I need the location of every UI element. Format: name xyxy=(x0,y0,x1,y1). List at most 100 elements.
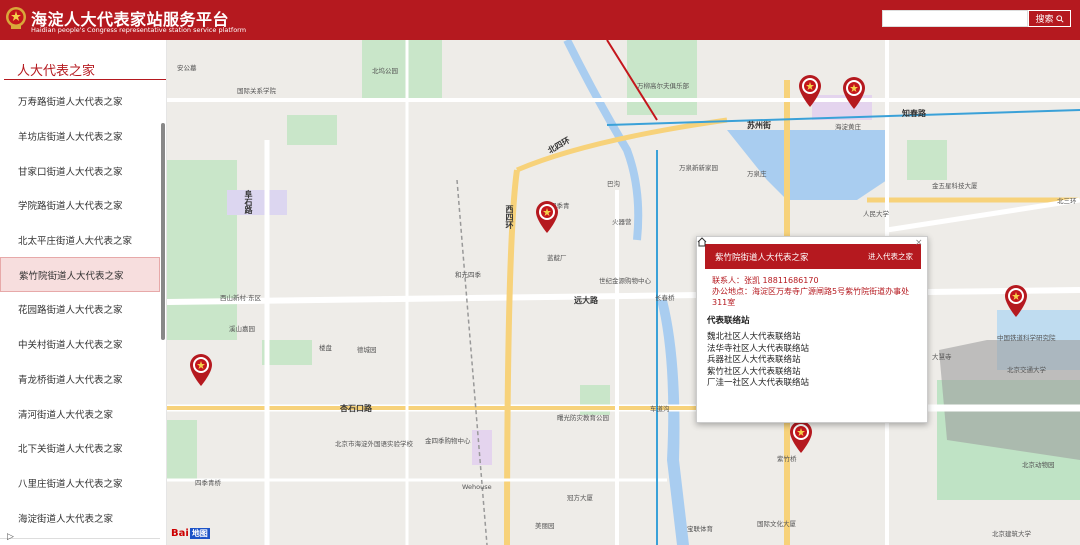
road-label-zhichunlu: 知春路 xyxy=(902,109,926,118)
place-label: 万柳高尔夫俱乐部 xyxy=(637,82,689,90)
road-label-xisihuan: 西四环 xyxy=(505,205,514,229)
sidebar-item-haidian[interactable]: 海淀街道人大代表之家 xyxy=(0,500,160,535)
baidu-map-badge: 地图 xyxy=(189,528,210,539)
search-button-label: 搜索 xyxy=(1035,15,1054,25)
sidebar-item-qinglongqiao[interactable]: 青龙桥街道人大代表之家 xyxy=(0,362,160,397)
map-road xyxy=(886,197,1080,233)
place-label: 北京建筑大学 xyxy=(992,530,1031,538)
sidebar-item-huayuanlu[interactable]: 花园路街道人大代表之家 xyxy=(0,292,160,327)
place-label: 人民大学 xyxy=(863,210,889,218)
place-label: 火器营 xyxy=(612,218,632,226)
place-label: 国际文化大厦 xyxy=(757,520,796,528)
map-green-area xyxy=(167,160,237,340)
place-label: 世纪金源购物中心 xyxy=(599,277,651,285)
place-label: 万泉庄 xyxy=(747,170,767,178)
place-label: 北京交通大学 xyxy=(1007,366,1046,374)
place-label: 西山新村·东区 xyxy=(220,294,262,302)
search-input[interactable] xyxy=(882,10,1028,27)
collapse-arrow-icon[interactable]: ▷ xyxy=(7,532,14,542)
place-label: 曙光防灾教育公园 xyxy=(557,414,609,422)
national-emblem-icon xyxy=(6,7,26,29)
place-label: 金四季购物中心 xyxy=(425,437,471,445)
sidebar-item-balizhuang[interactable]: 八里庄街道人大代表之家 xyxy=(0,466,160,501)
sidebar-item-beitaipingzhuang[interactable]: 北太平庄街道人大代表之家 xyxy=(0,223,160,258)
place-label: 冠方大厦 xyxy=(567,494,593,502)
map-green-area xyxy=(907,140,947,180)
location-marker-icon[interactable] xyxy=(841,76,867,110)
place-label: Wehouse xyxy=(462,483,492,491)
contact-label: 联系人： xyxy=(712,276,744,285)
place-label: 美丽园 xyxy=(535,522,555,530)
place-label: 安公墓 xyxy=(177,64,197,72)
home-icon xyxy=(697,237,707,247)
sidebar-item-wanshoulu[interactable]: 万寿路街道人大代表之家 xyxy=(0,84,160,119)
section-title: 代表联络站 xyxy=(707,316,750,326)
sidebar-item-yangfangdian[interactable]: 羊坊店街道人大代表之家 xyxy=(0,119,160,154)
map-green-area xyxy=(287,115,337,145)
map-canal xyxy=(657,300,689,545)
sidebar-item-ganjiakou[interactable]: 甘家口街道人大代表之家 xyxy=(0,153,160,188)
baidu-logo-text: Bai xyxy=(171,528,189,539)
map-block xyxy=(227,190,287,215)
location-marker-icon[interactable] xyxy=(1003,284,1029,318)
map-view[interactable]: 远大路 北四环 西四环 阜石路 杏石口路 苏州街 知春路 长春桥 紫竹桥 北三环… xyxy=(167,40,1080,545)
place-label: 中国铁道科学研究院 xyxy=(997,334,1056,342)
place-label-sijiqingqiao: 四季青桥 xyxy=(195,479,221,487)
place-label: 宝联体育 xyxy=(687,525,713,533)
place-label: 大慧寺 xyxy=(932,353,952,361)
station-list: 魏北社区人大代表联络站 法华寺社区人大代表联络站 兵器社区人大代表联络站 紫竹社… xyxy=(707,332,927,390)
popup-section-header: 代表联络站 xyxy=(697,237,927,326)
popup-close-icon[interactable]: × xyxy=(915,238,925,248)
info-popup: 紫竹院街道人大代表之家 进入代表之家 联系人：张凯 18811686170 办公… xyxy=(696,236,928,423)
baidu-logo: Bai 地图 xyxy=(171,528,210,539)
sidebar-item-beixiaguan[interactable]: 北下关街道人大代表之家 xyxy=(0,431,160,466)
place-label: 国际关系学院 xyxy=(237,87,276,95)
location-marker-icon[interactable] xyxy=(534,200,560,234)
sidebar-bottom-bar xyxy=(0,538,160,545)
sidebar-divider xyxy=(4,79,166,80)
station-item[interactable]: 魏北社区人大代表联络站 xyxy=(707,332,927,344)
header: 海淀人大代表家站服务平台 Haidian people's Congress r… xyxy=(0,0,1080,40)
popup-title: 紫竹院街道人大代表之家 xyxy=(715,252,809,263)
road-label-fushilu: 阜石路 xyxy=(244,190,253,214)
sidebar: 人大代表之家 万寿路街道人大代表之家 羊坊店街道人大代表之家 甘家口街道人大代表… xyxy=(0,40,167,545)
sidebar-item-zizhuyuan[interactable]: 紫竹院街道人大代表之家 xyxy=(0,257,160,293)
map-road xyxy=(167,287,1080,305)
place-label: 北京市海淀外国语实验学校 xyxy=(335,440,413,448)
place-label: 北坞公园 xyxy=(372,67,398,75)
place-label: 北京动物园 xyxy=(1022,461,1055,469)
sidebar-item-qinghe[interactable]: 清河街道人大代表之家 xyxy=(0,396,160,431)
place-label-zizhuqiao: 紫竹桥 xyxy=(777,455,797,463)
sidebar-item-zhongguancun[interactable]: 中关村街道人大代表之家 xyxy=(0,327,160,362)
location-marker-icon-selected[interactable] xyxy=(788,420,814,454)
location-marker-icon[interactable] xyxy=(188,353,214,387)
sidebar-list: 万寿路街道人大代表之家 羊坊店街道人大代表之家 甘家口街道人大代表之家 学院路街… xyxy=(0,84,160,535)
place-label: 蓝靛厂 xyxy=(547,254,567,262)
location-marker-icon[interactable] xyxy=(797,74,823,108)
station-item[interactable]: 厂洼一社区人大代表联络站 xyxy=(707,378,927,390)
road-label-beisanhuan: 北三环 xyxy=(1057,197,1077,205)
search-icon xyxy=(1055,14,1064,23)
sidebar-item-xueyuanlu[interactable]: 学院路街道人大代表之家 xyxy=(0,188,160,223)
place-label: 巴沟 xyxy=(607,180,620,188)
place-label: 海淀黄庄 xyxy=(835,123,861,131)
popup-contact-info: 联系人：张凯 18811686170 办公地点：海淀区万寿寺广源闸路5号紫竹院街… xyxy=(712,275,917,308)
station-item[interactable]: 兵器社区人大代表联络站 xyxy=(707,355,927,367)
sidebar-scrollbar[interactable] xyxy=(161,123,165,340)
map-green-area xyxy=(627,40,697,115)
place-label: 楼盘 xyxy=(319,344,332,352)
station-item[interactable]: 法华寺社区人大代表联络站 xyxy=(707,344,927,356)
road-label-yuandalu: 远大路 xyxy=(574,296,598,305)
place-label: 和元四季 xyxy=(455,271,481,279)
address-label: 办公地点： xyxy=(712,287,752,296)
station-item[interactable]: 紫竹社区人大代表联络站 xyxy=(707,367,927,379)
place-label: 德城园 xyxy=(357,346,377,354)
map-block xyxy=(472,430,492,465)
search-button[interactable]: 搜索 xyxy=(1028,10,1071,27)
map-water xyxy=(727,130,887,200)
contact-name: 张凯 xyxy=(744,276,760,285)
sidebar-title: 人大代表之家 xyxy=(17,64,96,79)
place-label: 金五星科技大厦 xyxy=(932,182,978,190)
enter-home-link[interactable]: 进入代表之家 xyxy=(868,251,913,262)
contact-phone: 18811686170 xyxy=(762,276,819,285)
